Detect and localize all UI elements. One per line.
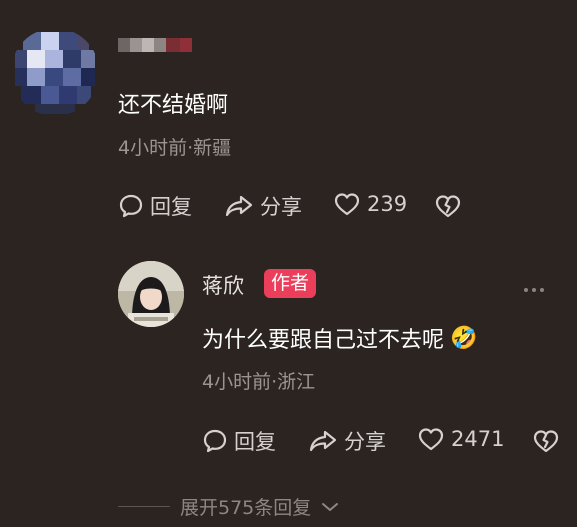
pixelated-avatar-image [11, 28, 99, 116]
reply-button[interactable]: 回复 [118, 191, 192, 221]
reply-share-button[interactable]: 分享 [308, 426, 386, 456]
expand-replies-label: 展开575条回复 [180, 497, 312, 519]
author-avatar-image [118, 261, 184, 327]
share-label: 分享 [344, 430, 386, 454]
reply-text-row: 为什么要跟自己过不去呢 🤣 [202, 322, 477, 354]
reply-label: 回复 [234, 430, 276, 454]
like-count: 2471 [451, 427, 505, 451]
reply-dislike-button[interactable] [532, 428, 560, 458]
more-options-icon[interactable] [524, 288, 544, 292]
laughing-emoji: 🤣 [450, 325, 478, 351]
comment-bubble-icon [203, 429, 227, 453]
share-arrow-icon [309, 430, 337, 452]
reply-text: 为什么要跟自己过不去呢 [202, 328, 445, 353]
author-badge: 作者 [264, 269, 317, 298]
chevron-down-icon [322, 502, 339, 511]
like-button[interactable]: 239 [333, 191, 407, 217]
reply-like-button[interactable]: 2471 [417, 426, 504, 452]
comment-meta: 4小时前·新疆 [118, 137, 232, 159]
heart-icon [334, 193, 360, 216]
reply-meta: 4小时前·浙江 [202, 371, 316, 393]
author-avatar[interactable] [118, 261, 184, 327]
like-count: 239 [367, 192, 408, 216]
broken-heart-icon [435, 195, 461, 218]
share-label: 分享 [260, 195, 302, 219]
divider-line [118, 506, 170, 507]
share-arrow-icon [225, 195, 253, 217]
comment-text: 还不结婚啊 [118, 93, 229, 118]
reply-label: 回复 [150, 195, 192, 219]
broken-heart-icon [533, 430, 559, 453]
commenter-name-pixelated[interactable] [118, 34, 194, 56]
reply-reply-button[interactable]: 回复 [202, 426, 276, 456]
commenter-avatar[interactable] [11, 28, 99, 116]
share-button[interactable]: 分享 [224, 191, 302, 221]
comment-bubble-icon [119, 194, 143, 218]
author-name[interactable]: 蒋欣 [202, 270, 244, 300]
heart-icon [418, 428, 444, 451]
expand-replies-button[interactable]: 展开575条回复 [118, 493, 339, 520]
dislike-button[interactable] [434, 193, 462, 223]
comment-thread: 还不结婚啊 4小时前·新疆 回复 分享 239 蒋欣 作者 为什么要跟自己过不去… [0, 0, 577, 527]
